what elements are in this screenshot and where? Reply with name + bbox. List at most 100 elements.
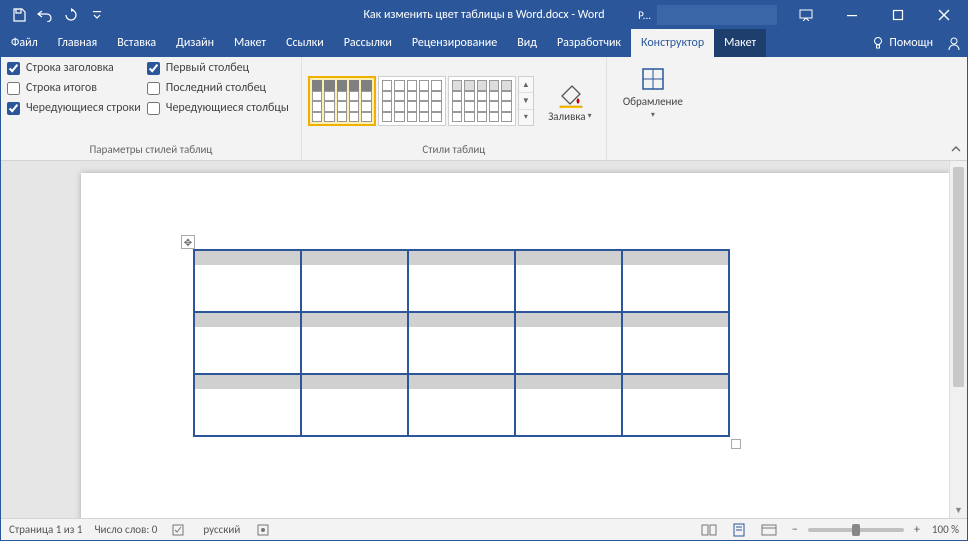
table-cell[interactable] [515, 312, 622, 374]
styles-expand[interactable]: ▾ [519, 110, 533, 125]
zoom-thumb[interactable] [852, 524, 860, 536]
table-cell[interactable] [408, 374, 515, 436]
scroll-down-button[interactable]: ▼ [950, 502, 967, 518]
vertical-scrollbar[interactable]: ▲ ▼ [949, 161, 967, 518]
styles-scroll-up[interactable]: ▲ [519, 77, 533, 93]
zoom-in-button[interactable]: + [910, 523, 924, 537]
tab-home[interactable]: Главная [48, 29, 107, 57]
check-total-row-box[interactable] [7, 82, 20, 95]
check-first-col[interactable]: Первый столбец [147, 61, 289, 75]
bucket-icon [556, 80, 584, 108]
table-cell[interactable] [194, 374, 301, 436]
table-cell[interactable] [301, 312, 408, 374]
user-area[interactable] [657, 5, 777, 25]
title-bar: Как изменить цвет таблицы в Word.docx - … [1, 1, 967, 29]
tab-view[interactable]: Вид [507, 29, 547, 57]
status-language[interactable]: русский [203, 523, 240, 536]
borders-icon [639, 65, 667, 93]
user-name[interactable]: Р... [632, 9, 657, 22]
check-banded-rows-box[interactable] [7, 102, 20, 115]
save-button[interactable] [7, 3, 31, 27]
borders-label: Обрамление [623, 95, 683, 108]
collapse-ribbon-button[interactable] [947, 140, 965, 158]
share-button[interactable] [941, 29, 967, 57]
table-row [194, 374, 729, 436]
group-borders: Обрамление ▾ [607, 57, 699, 160]
tell-me-label: Помощн [889, 36, 933, 50]
check-banded-cols-box[interactable] [147, 102, 160, 115]
tab-table-design[interactable]: Конструктор [631, 29, 714, 57]
document-area: ✥ ▲ ▼ [1, 161, 967, 518]
table-cell[interactable] [301, 374, 408, 436]
table-cell[interactable] [515, 374, 622, 436]
minimize-button[interactable] [829, 1, 875, 29]
tab-table-layout[interactable]: Макет [714, 29, 766, 57]
table-style-1[interactable] [308, 76, 376, 126]
check-last-col-label: Последний столбец [166, 81, 266, 95]
zoom-level[interactable]: 100 % [932, 523, 959, 536]
check-banded-cols[interactable]: Чередующиеся столбцы [147, 101, 289, 115]
ribbon-options-button[interactable] [783, 1, 829, 29]
view-read-button[interactable] [698, 521, 720, 539]
tab-review[interactable]: Рецензирование [402, 29, 507, 57]
zoom-out-button[interactable]: − [788, 523, 802, 537]
page[interactable]: ✥ [81, 173, 951, 518]
title-bar-right: Р... [632, 1, 967, 29]
spellcheck-icon[interactable] [169, 521, 191, 539]
table-resize-handle[interactable] [731, 439, 741, 449]
redo-button[interactable] [59, 3, 83, 27]
shading-label: Заливка [548, 110, 586, 123]
maximize-button[interactable] [875, 1, 921, 29]
check-total-row[interactable]: Строка итогов [7, 81, 141, 95]
check-first-col-box[interactable] [147, 62, 160, 75]
check-banded-rows[interactable]: Чередующиеся строки [7, 101, 141, 115]
qat-customize-button[interactable] [85, 3, 109, 27]
chevron-down-icon: ▾ [651, 110, 655, 120]
tabs-right: Помощн [863, 29, 967, 57]
macro-record-icon[interactable] [252, 521, 274, 539]
table-move-handle[interactable]: ✥ [181, 235, 195, 249]
document-table[interactable] [193, 249, 730, 437]
styles-scroll-down[interactable]: ▼ [519, 93, 533, 109]
group-label-borders [613, 141, 693, 158]
check-last-col[interactable]: Последний столбец [147, 81, 289, 95]
tell-me-button[interactable]: Помощн [863, 29, 941, 57]
shading-button[interactable]: Заливка▾ [540, 76, 600, 127]
tab-mailings[interactable]: Рассылки [334, 29, 402, 57]
table-cell[interactable] [194, 312, 301, 374]
tab-design[interactable]: Дизайн [166, 29, 224, 57]
zoom-slider: − + [788, 523, 924, 537]
check-header-row[interactable]: Строка заголовка [7, 61, 141, 75]
table-row [194, 312, 729, 374]
status-words[interactable]: Число слов: 0 [94, 523, 157, 536]
table-cell[interactable] [408, 250, 515, 312]
table-cell[interactable] [408, 312, 515, 374]
table-cell[interactable] [301, 250, 408, 312]
tab-references[interactable]: Ссылки [276, 29, 334, 57]
view-print-button[interactable] [728, 521, 750, 539]
view-web-button[interactable] [758, 521, 780, 539]
scroll-thumb[interactable] [953, 167, 964, 387]
tab-insert[interactable]: Вставка [107, 29, 166, 57]
undo-button[interactable] [33, 3, 57, 27]
table-cell[interactable] [622, 312, 729, 374]
status-page[interactable]: Страница 1 из 1 [9, 523, 82, 536]
table-cell[interactable] [515, 250, 622, 312]
borders-button[interactable]: Обрамление ▾ [613, 61, 693, 141]
table-style-2[interactable] [378, 76, 446, 126]
tab-developer[interactable]: Разработчик [547, 29, 631, 57]
table-styles-gallery[interactable]: ▲ ▼ ▾ [308, 76, 534, 126]
close-button[interactable] [921, 1, 967, 29]
tab-file[interactable]: Файл [1, 29, 48, 57]
zoom-track[interactable] [808, 528, 904, 532]
table-style-3[interactable] [448, 76, 516, 126]
check-header-row-box[interactable] [7, 62, 20, 75]
table-cell[interactable] [622, 374, 729, 436]
check-last-col-box[interactable] [147, 82, 160, 95]
tab-layout[interactable]: Макет [224, 29, 276, 57]
table-cell[interactable] [622, 250, 729, 312]
table-cell[interactable] [194, 250, 301, 312]
status-right: − + 100 % [698, 521, 959, 539]
group-table-styles: ▲ ▼ ▾ Заливка▾ Стили таблиц [302, 57, 607, 160]
table-styles-scroll: ▲ ▼ ▾ [518, 76, 534, 126]
